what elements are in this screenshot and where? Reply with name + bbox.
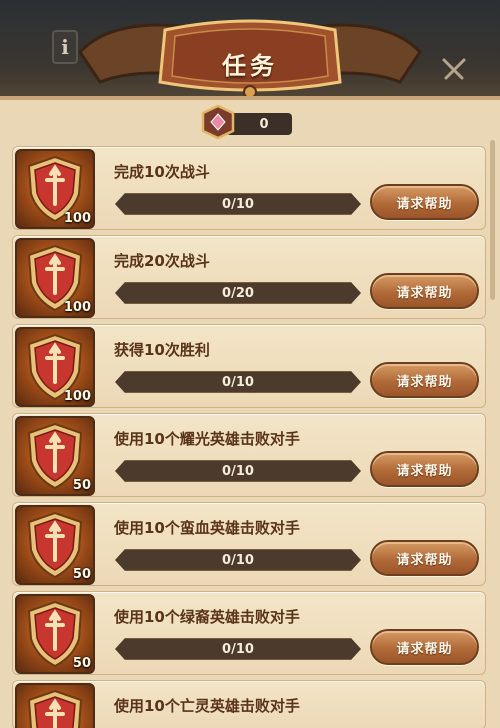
task-points: 50: [72, 567, 91, 582]
request-help-button[interactable]: 请求帮助: [370, 629, 479, 665]
task-points: 50: [72, 656, 91, 671]
progress-bar: 0/10: [115, 549, 361, 571]
task-item: 使用10个亡灵英雄击败对手: [12, 680, 486, 728]
task-badge: 50: [15, 416, 95, 496]
task-name: 完成20次战斗: [114, 252, 210, 270]
request-help-button[interactable]: 请求帮助: [370, 273, 479, 309]
progress-bar: 0/10: [115, 460, 361, 482]
task-points: 50: [72, 478, 91, 493]
task-badge: 100: [15, 327, 95, 407]
progress-text: 0/10: [222, 552, 254, 568]
progress-bar: 0/20: [115, 282, 361, 304]
progress-text: 0/20: [222, 285, 254, 301]
task-name: 使用10个蛮血英雄击败对手: [114, 519, 300, 537]
task-item: 50 使用10个绿裔英雄击败对手 0/10 请求帮助: [12, 591, 486, 675]
task-item: 100 完成20次战斗 0/20 请求帮助: [12, 235, 486, 319]
task-name: 获得10次胜利: [114, 341, 210, 359]
task-item: 100 完成10次战斗 0/10 请求帮助: [12, 146, 486, 230]
task-item: 100 获得10次胜利 0/10 请求帮助: [12, 324, 486, 408]
task-badge: 100: [15, 149, 95, 229]
task-name: 使用10个绿裔英雄击败对手: [114, 608, 300, 626]
progress-text: 0/10: [222, 196, 254, 212]
request-help-button[interactable]: 请求帮助: [370, 362, 479, 398]
task-points: 100: [63, 211, 91, 226]
task-badge: 100: [15, 238, 95, 318]
request-help-button[interactable]: 请求帮助: [370, 184, 479, 220]
task-list: 100 完成10次战斗 0/10 请求帮助 100 完成20次战斗 0/20 请…: [12, 146, 486, 728]
task-item: 50 使用10个耀光英雄击败对手 0/10 请求帮助: [12, 413, 486, 497]
task-name: 使用10个亡灵英雄击败对手: [114, 697, 300, 715]
progress-bar: 0/10: [115, 371, 361, 393]
progress-text: 0/10: [222, 374, 254, 390]
page-title: 任务: [222, 52, 278, 80]
scrollbar[interactable]: [490, 140, 495, 300]
task-points: 100: [63, 389, 91, 404]
request-help-button[interactable]: 请求帮助: [370, 451, 479, 487]
task-badge: [15, 683, 95, 728]
task-points: 100: [63, 300, 91, 315]
progress-text: 0/10: [222, 463, 254, 479]
shield-icon: [27, 689, 83, 728]
task-name: 完成10次战斗: [114, 163, 210, 181]
info-icon: i: [61, 35, 69, 59]
progress-bar: 0/10: [115, 638, 361, 660]
header-banner: 任务: [70, 12, 430, 102]
progress-text: 0/10: [222, 641, 254, 657]
task-item: 50 使用10个蛮血英雄击败对手 0/10 请求帮助: [12, 502, 486, 586]
request-help-button[interactable]: 请求帮助: [370, 540, 479, 576]
task-name: 使用10个耀光英雄击败对手: [114, 430, 300, 448]
progress-bar: 0/10: [115, 193, 361, 215]
task-badge: 50: [15, 594, 95, 674]
currency-display: 0: [200, 104, 295, 140]
task-badge: 50: [15, 505, 95, 585]
gem-icon: [201, 104, 235, 140]
crossed-swords-icon[interactable]: [440, 56, 468, 84]
